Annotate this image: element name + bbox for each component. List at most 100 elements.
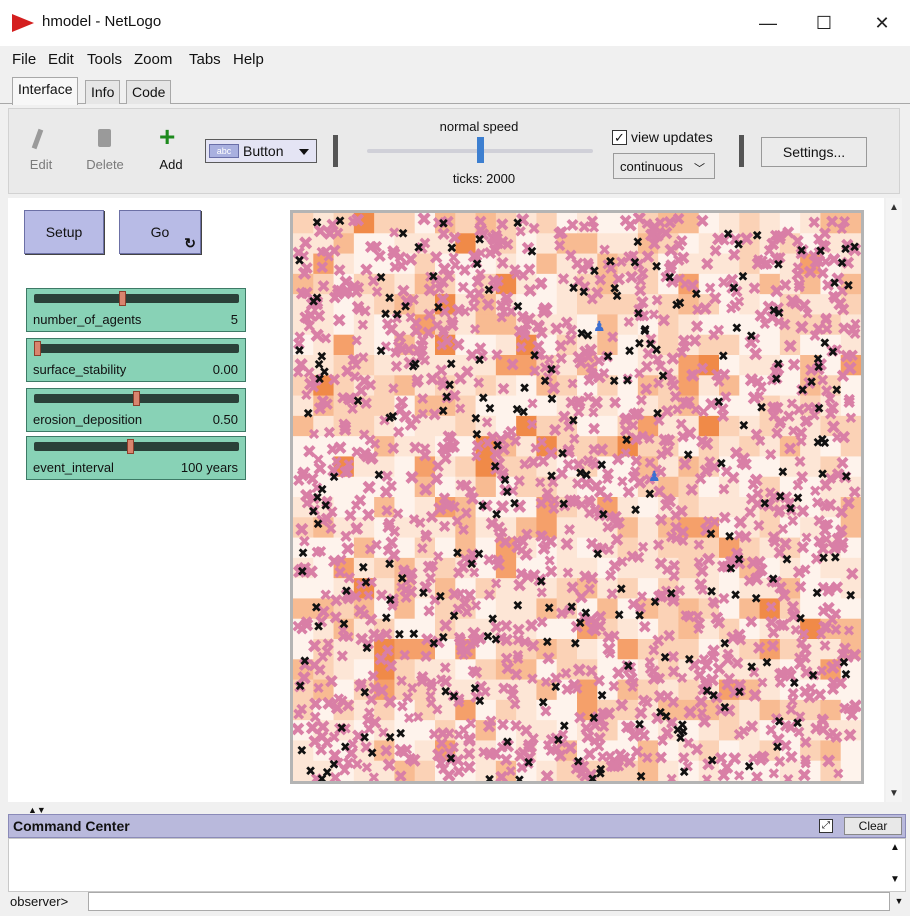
artifact-marker: ✖ [796, 244, 807, 259]
artifact-marker: ✖ [381, 611, 392, 626]
deposit-marker: ✖ [443, 725, 456, 743]
menu-tools[interactable]: Tools [87, 51, 122, 68]
deposit-marker: ✖ [563, 520, 577, 539]
deposit-marker: ✖ [516, 267, 530, 287]
deposit-marker: ✖ [651, 535, 665, 555]
go-button[interactable]: Go ↻ [119, 210, 201, 254]
command-center-header: Command Center ⤢ Clear [8, 814, 906, 838]
toolbar-separator [333, 135, 338, 167]
deposit-marker: ✖ [692, 535, 705, 554]
artifact-marker: ✖ [777, 466, 788, 481]
artifact-marker: ✖ [609, 375, 620, 390]
artifact-marker: ✖ [789, 676, 800, 691]
interface-scrollbar[interactable]: ▲ ▼ [886, 198, 902, 802]
scroll-down-icon[interactable]: ▼ [890, 874, 900, 885]
artifact-marker: ✖ [679, 765, 690, 780]
widget-type-select[interactable]: abc Button [205, 139, 317, 163]
world-view[interactable]: ✖ ✖ ✖ ✖ ✖ ✖ ✖ ✖ ✖ ✖ ✖ ✖ ✖ ✖ ✖ ✖ ✖ ✖ ✖ ✖ ✖ ✖ ✖ ✖ ✖ ✖ ✖ ✖ ✖ ✖ ✖ ✖ ✖ ✖ ✖ ✖ ✖ ✖ ✖ ✖… [290, 210, 864, 784]
command-center-scrollbar[interactable]: ▲ ▼ [888, 840, 904, 890]
scroll-up-icon[interactable]: ▲ [890, 842, 900, 853]
artifact-marker: ✖ [774, 306, 785, 321]
maximize-button[interactable]: ☐ [804, 10, 844, 36]
clear-button[interactable]: Clear [844, 817, 902, 835]
deposit-marker: ✖ [708, 242, 723, 262]
artifact-marker: ✖ [558, 497, 569, 512]
setup-button[interactable]: Setup [24, 210, 104, 254]
add-tool-button[interactable]: + Add [141, 109, 201, 189]
deposit-marker: ✖ [427, 725, 441, 744]
command-input[interactable] [88, 892, 890, 911]
slider-handle[interactable] [133, 391, 140, 406]
deposit-marker: ✖ [607, 677, 621, 696]
slider-track [34, 344, 239, 353]
artifact-marker: ✖ [491, 633, 502, 648]
deposit-marker: ✖ [338, 463, 354, 484]
deposit-marker: ✖ [776, 585, 793, 608]
delete-tool-button[interactable]: Delete [75, 109, 135, 189]
artifact-marker: ✖ [544, 602, 555, 617]
deposit-marker: ✖ [501, 235, 515, 255]
tab-info[interactable]: Info [85, 80, 121, 104]
artifact-marker: ✖ [299, 655, 310, 670]
deposit-marker: ✖ [581, 348, 596, 368]
artifact-marker: ✖ [444, 379, 455, 394]
menu-file[interactable]: File [12, 51, 36, 68]
artifact-marker: ✖ [768, 572, 779, 587]
artifact-marker: ✖ [706, 528, 717, 543]
slider-surface-stability[interactable]: surface_stability 0.00 [26, 338, 246, 382]
artifact-marker: ✖ [316, 350, 327, 365]
artifact-marker: ✖ [546, 470, 557, 485]
slider-number-of-agents[interactable]: number_of_agents 5 [26, 288, 246, 332]
minimize-button[interactable]: — [748, 10, 788, 36]
chevron-down-icon[interactable]: ▼ [892, 893, 906, 910]
artifact-marker: ✖ [296, 744, 307, 759]
deposit-marker: ✖ [845, 346, 859, 366]
slider-handle[interactable] [34, 341, 41, 356]
close-button[interactable]: ✕ [862, 10, 902, 36]
speed-slider-thumb[interactable] [477, 137, 484, 163]
menu-edit[interactable]: Edit [48, 51, 74, 68]
scroll-up-icon[interactable]: ▲ [888, 202, 900, 213]
deposit-marker: ✖ [815, 626, 828, 644]
deposit-marker: ✖ [416, 213, 432, 231]
artifact-marker: ✖ [598, 508, 609, 523]
artifact-marker: ✖ [837, 256, 848, 271]
artifact-marker: ✖ [581, 468, 592, 483]
menu-tabs[interactable]: Tabs [189, 51, 221, 68]
artifact-marker: ✖ [438, 631, 449, 646]
slider-handle[interactable] [119, 291, 127, 306]
chevron-down-icon: ﹀ [694, 163, 705, 175]
deposit-marker: ✖ [637, 539, 650, 557]
artifact-marker: ✖ [305, 765, 316, 780]
patch [293, 213, 314, 234]
artifact-marker: ✖ [730, 588, 741, 603]
deposit-marker: ✖ [340, 538, 357, 561]
artifact-marker: ✖ [384, 291, 395, 306]
deposit-marker: ✖ [695, 213, 710, 232]
artifact-marker: ✖ [317, 773, 328, 781]
artifact-marker: ✖ [795, 612, 806, 627]
menu-zoom[interactable]: Zoom [134, 51, 172, 68]
slider-handle[interactable] [127, 439, 135, 454]
tab-interface[interactable]: Interface [12, 77, 79, 105]
deposit-marker: ✖ [315, 258, 330, 278]
edit-tool-button[interactable]: Edit [11, 109, 71, 189]
deposit-marker: ✖ [386, 439, 401, 459]
deposit-marker: ✖ [717, 365, 732, 386]
slider-erosion-deposition[interactable]: erosion_deposition 0.50 [26, 388, 246, 432]
deposit-marker: ✖ [831, 429, 844, 447]
update-mode-select[interactable]: continuous ﹀ [613, 153, 715, 179]
menu-help[interactable]: Help [233, 51, 264, 68]
settings-button[interactable]: Settings... [761, 137, 867, 167]
go-label: Go [150, 224, 170, 240]
deposit-marker: ✖ [653, 748, 668, 769]
deposit-marker: ✖ [634, 271, 647, 290]
tab-code[interactable]: Code [126, 80, 172, 104]
deposit-marker: ✖ [629, 452, 643, 472]
slider-event-interval[interactable]: event_interval 100 years [26, 436, 246, 480]
artifact-marker: ✖ [359, 686, 370, 701]
scroll-down-icon[interactable]: ▼ [888, 788, 900, 799]
expand-icon[interactable]: ⤢ [819, 819, 833, 833]
artifact-marker: ✖ [523, 756, 534, 771]
view-updates-checkbox[interactable]: ✓ [612, 130, 627, 145]
